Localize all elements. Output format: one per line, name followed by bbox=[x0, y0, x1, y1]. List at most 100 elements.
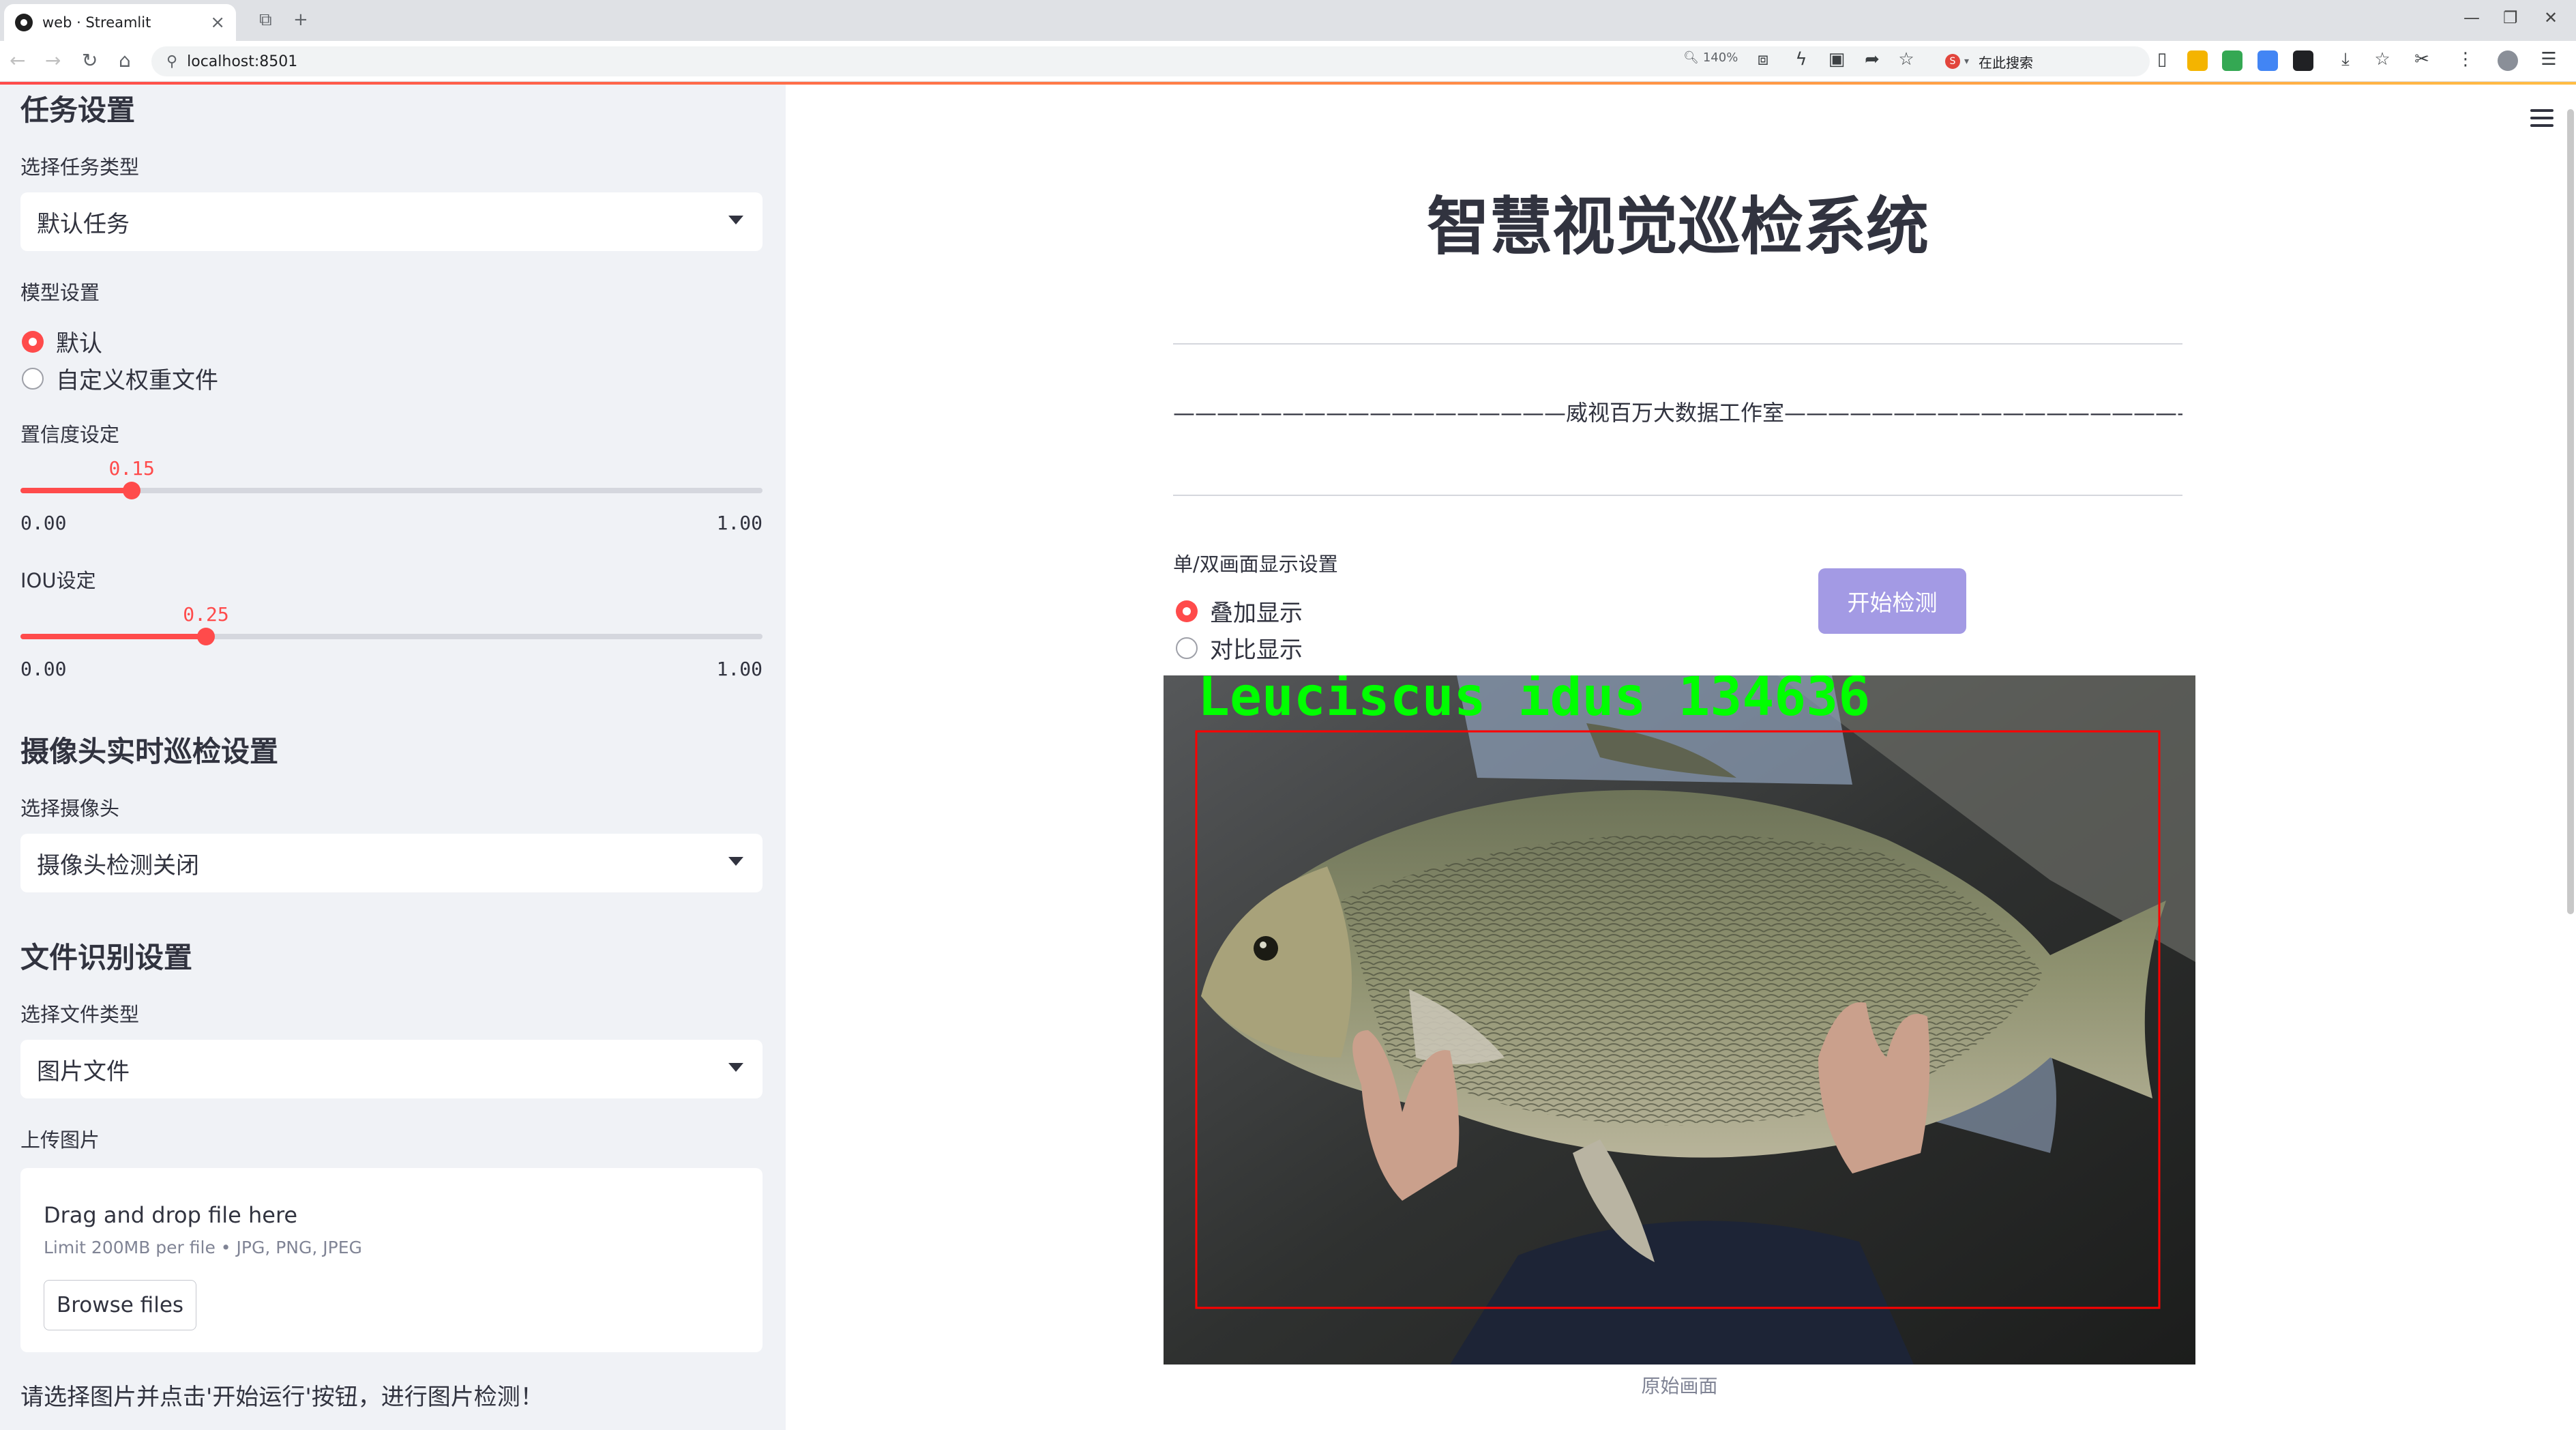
camera-select[interactable]: 摄像头检测关闭 bbox=[20, 834, 763, 892]
close-window-icon[interactable]: ✕ bbox=[2544, 8, 2558, 27]
forward-icon[interactable]: → bbox=[45, 49, 61, 72]
back-icon[interactable]: ← bbox=[10, 49, 25, 72]
slider-fill bbox=[20, 488, 132, 493]
studio-banner: ——————————————————威视百万大数据工作室————————————… bbox=[1173, 400, 2182, 426]
dropzone-limit: Limit 200MB per file • JPG, PNG, JPEG bbox=[44, 1238, 362, 1257]
slider-min: 0.00 bbox=[20, 658, 67, 680]
display-radio-compare[interactable]: 对比显示 bbox=[1176, 631, 1303, 665]
tab-group-icon[interactable]: ⧉ bbox=[259, 10, 272, 31]
home-icon[interactable]: ⌂ bbox=[119, 49, 131, 72]
radio-selected-icon bbox=[22, 330, 44, 353]
chevron-down-icon bbox=[728, 216, 743, 224]
reload-icon[interactable]: ↻ bbox=[82, 49, 98, 72]
new-tab-icon[interactable]: + bbox=[293, 10, 308, 30]
divider bbox=[1173, 343, 2182, 345]
avatar[interactable] bbox=[2498, 50, 2518, 71]
slider-thumb[interactable] bbox=[197, 628, 215, 645]
file-dropzone[interactable]: Drag and drop file here Limit 200MB per … bbox=[20, 1168, 763, 1352]
screenshot-icon[interactable]: ▣ bbox=[1826, 49, 1847, 70]
address-bar[interactable]: ⚲ localhost:8501 bbox=[151, 46, 2150, 76]
zoom-level: 140% bbox=[1702, 50, 1738, 65]
share-icon[interactable]: ➦ bbox=[1862, 49, 1882, 70]
detection-image: Leuciscus idus 134636 bbox=[1164, 675, 2195, 1365]
zoom-icon: 🔍︎ bbox=[1683, 50, 1699, 65]
slider-value: 0.25 bbox=[183, 603, 229, 626]
start-detection-button[interactable]: 开始检测 bbox=[1818, 568, 1966, 634]
confidence-label: 置信度设定 bbox=[20, 423, 120, 446]
lightning-icon[interactable]: ϟ bbox=[1791, 49, 1811, 70]
display-option-label: 对比显示 bbox=[1210, 637, 1303, 664]
iou-slider[interactable]: 0.25 0.00 1.00 bbox=[20, 603, 763, 680]
camera-settings-header: 摄像头实时巡检设置 bbox=[20, 735, 279, 768]
extension-3-icon[interactable] bbox=[2257, 50, 2278, 71]
phone-icon[interactable]: ▯ bbox=[2152, 49, 2172, 70]
tab-title: web · Streamlit bbox=[42, 14, 151, 31]
file-type-select[interactable]: 图片文件 bbox=[20, 1040, 763, 1098]
radio-selected-icon bbox=[1176, 600, 1198, 622]
fish-photo: Leuciscus idus 134636 bbox=[1164, 675, 2195, 1365]
slider-thumb[interactable] bbox=[123, 482, 141, 499]
search-icon: ⚲ bbox=[166, 53, 178, 70]
task-type-value: 默认任务 bbox=[37, 210, 130, 238]
minimize-icon[interactable]: — bbox=[2463, 8, 2480, 27]
dropzone-title: Drag and drop file here bbox=[44, 1202, 298, 1228]
close-tab-icon[interactable]: × bbox=[210, 12, 225, 33]
model-option-label: 默认 bbox=[56, 330, 102, 358]
task-settings-header: 任务设置 bbox=[20, 93, 136, 127]
detection-label: Leuciscus idus 134636 bbox=[1198, 675, 1870, 728]
display-option-label: 叠加显示 bbox=[1210, 600, 1303, 627]
model-radio-custom[interactable]: 自定义权重文件 bbox=[22, 362, 218, 395]
more-menu-icon[interactable]: ⋮ bbox=[2455, 49, 2476, 70]
task-type-label: 选择任务类型 bbox=[20, 156, 140, 179]
file-type-label: 选择文件类型 bbox=[20, 1003, 140, 1026]
camera-value: 摄像头检测关闭 bbox=[37, 851, 199, 879]
slider-value: 0.15 bbox=[108, 457, 155, 480]
upload-hint: 请选择图片并点击'开始运行'按钮，进行图片检测！ bbox=[20, 1384, 544, 1411]
url-text: localhost:8501 bbox=[187, 53, 298, 70]
display-mode-label: 单/双画面显示设置 bbox=[1173, 553, 1338, 576]
search-box[interactable]: S ▾ 在此搜索 bbox=[1937, 48, 2145, 75]
browser-tab[interactable]: web · Streamlit × bbox=[4, 4, 236, 41]
streamlit-favicon-icon bbox=[15, 14, 33, 31]
camera-label: 选择摄像头 bbox=[20, 797, 120, 820]
slider-fill bbox=[20, 634, 206, 639]
confidence-slider[interactable]: 0.15 0.00 1.00 bbox=[20, 457, 763, 534]
scrollbar[interactable] bbox=[2567, 109, 2574, 914]
browser-toolbar: ← → ↻ ⌂ ⚲ localhost:8501 🔍︎ 140% ⧈ ϟ ▣ ➦… bbox=[0, 41, 2576, 82]
file-settings-header: 文件识别设置 bbox=[20, 941, 193, 974]
bookmark-star-icon[interactable]: ☆ bbox=[1896, 49, 1916, 70]
restore-icon[interactable]: ❐ bbox=[2503, 8, 2518, 27]
slider-max: 1.00 bbox=[716, 512, 763, 534]
search-placeholder: 在此搜索 bbox=[1979, 54, 2034, 71]
iou-label: IOU设定 bbox=[20, 569, 96, 592]
menu-icon[interactable]: ☰ bbox=[2538, 49, 2559, 70]
extension-1-icon[interactable] bbox=[2187, 50, 2208, 71]
chevron-down-icon bbox=[728, 857, 743, 866]
chevron-down-icon: ▾ bbox=[1964, 56, 1970, 67]
chevron-down-icon bbox=[728, 1063, 743, 1072]
slider-track[interactable] bbox=[20, 634, 763, 639]
file-type-value: 图片文件 bbox=[37, 1057, 130, 1085]
main-menu-icon[interactable] bbox=[2530, 109, 2553, 127]
radio-unselected-icon bbox=[22, 367, 44, 390]
task-type-select[interactable]: 默认任务 bbox=[20, 192, 763, 251]
display-radio-overlay[interactable]: 叠加显示 bbox=[1176, 594, 1303, 628]
upload-label: 上传图片 bbox=[20, 1128, 100, 1152]
model-option-label: 自定义权重文件 bbox=[56, 367, 218, 394]
scissors-icon[interactable]: ✂ bbox=[2412, 49, 2432, 70]
extension-2-icon[interactable] bbox=[2222, 50, 2242, 71]
translate-icon[interactable]: ⧈ bbox=[1753, 49, 1773, 70]
image-caption: 原始画面 bbox=[1641, 1375, 1718, 1397]
download-icon[interactable]: ⤓ bbox=[2335, 49, 2356, 70]
divider bbox=[1173, 495, 2182, 496]
page-title: 智慧视觉巡检系统 bbox=[1426, 190, 1929, 263]
zoom-indicator[interactable]: 🔍︎ 140% bbox=[1683, 50, 1738, 65]
browse-files-button[interactable]: Browse files bbox=[44, 1280, 196, 1330]
favorites-icon[interactable]: ☆ bbox=[2372, 49, 2393, 70]
slider-max: 1.00 bbox=[716, 658, 763, 680]
extension-4-icon[interactable] bbox=[2293, 50, 2313, 71]
model-radio-default[interactable]: 默认 bbox=[22, 325, 102, 358]
slider-min: 0.00 bbox=[20, 512, 67, 534]
search-engine-icon: S bbox=[1945, 54, 1960, 69]
model-settings-label: 模型设置 bbox=[20, 281, 100, 304]
